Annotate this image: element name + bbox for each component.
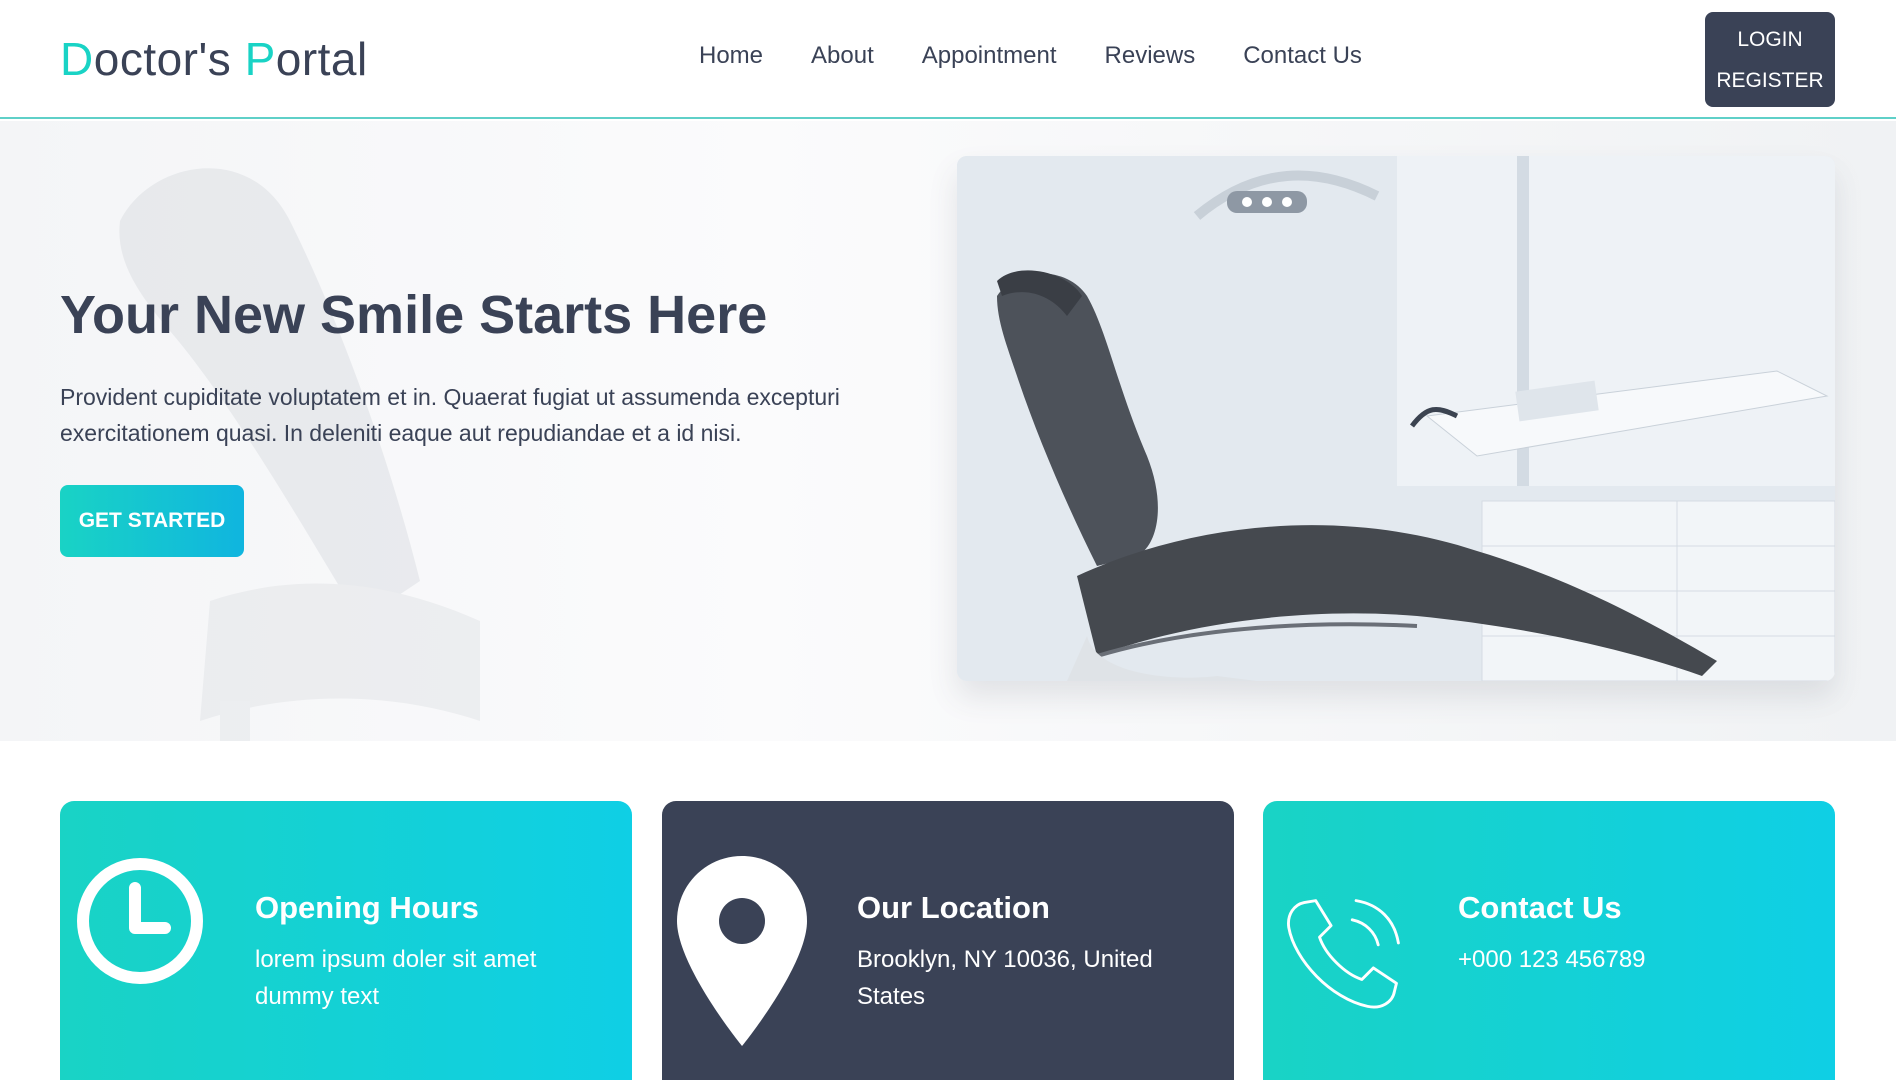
brand-letter-p: P [244,33,276,85]
opening-hours-title: Opening Hours [255,890,479,925]
nav-appointment[interactable]: Appointment [922,42,1057,70]
brand-text-2: ortal [275,33,368,85]
phone-icon [1287,899,1400,1009]
nav-reviews[interactable]: Reviews [1105,42,1196,70]
contact-phone[interactable]: +000 123 456789 [1458,941,1788,978]
contact-title: Contact Us [1458,890,1622,925]
navbar: Doctor's Portal Home About Appointment R… [0,0,1896,119]
nav-home[interactable]: Home [699,42,763,70]
location-title: Our Location [857,890,1050,925]
brand-logo[interactable]: Doctor's Portal [60,32,368,86]
register-button[interactable]: REGISTER [1716,70,1823,91]
hero-description: Provident cupiditate voluptatem et in. Q… [60,384,840,446]
hero-dental-clinic-image [957,156,1835,681]
brand-text-1: octor's [93,33,245,85]
hero-title: Your New Smile Starts Here [60,285,768,345]
nav-about[interactable]: About [811,42,874,70]
clock-icon [77,858,203,984]
location-card: Our Location Brooklyn, NY 10036, United … [662,801,1234,1080]
nav-contact-us[interactable]: Contact Us [1243,42,1362,70]
dental-chair-illustration [957,156,1835,681]
location-address: Brooklyn, NY 10036, United States [857,946,1153,1010]
login-button[interactable]: LOGIN [1737,29,1802,50]
opening-hours-text: lorem ipsum doler sit amet dummy text [255,946,537,1010]
location-pin-icon [677,856,807,1046]
opening-hours-card: Opening Hours lorem ipsum doler sit amet… [60,801,632,1080]
get-started-button[interactable]: GET STARTED [60,485,244,557]
brand-letter-d: D [60,33,94,85]
contact-card: Contact Us +000 123 456789 [1263,801,1835,1080]
hero-section: Your New Smile Starts Here Provident cup… [0,121,1896,741]
auth-box: LOGIN REGISTER [1705,12,1835,107]
main-nav: Home About Appointment Reviews Contact U… [699,42,1410,70]
